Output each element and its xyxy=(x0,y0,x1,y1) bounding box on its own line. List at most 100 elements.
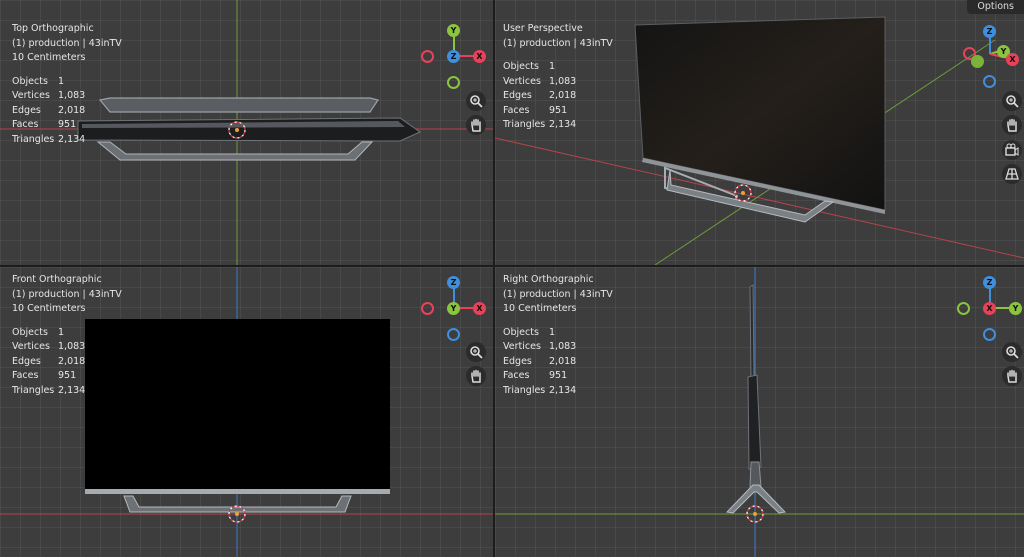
gizmo-x-axis[interactable]: X xyxy=(473,50,486,63)
gizmo-neg-y-axis[interactable] xyxy=(957,302,970,315)
stat-value: 2,134 xyxy=(549,119,577,130)
zoom-button[interactable] xyxy=(466,91,486,111)
stat-label: Faces xyxy=(503,370,530,381)
stat-value: 1,083 xyxy=(58,341,86,352)
view-title: Right Orthographic xyxy=(503,274,594,285)
view-title: Front Orthographic xyxy=(12,274,102,285)
stat-label: Triangles xyxy=(12,384,55,396)
stat-label: Vertices xyxy=(503,75,541,87)
grid-perspective-icon xyxy=(1005,168,1019,180)
stat-value: 1 xyxy=(549,326,556,338)
gizmo-z-axis[interactable]: Z xyxy=(447,50,460,63)
stat-label: Vertices xyxy=(12,341,50,352)
grid-scale-label: 10 Centimeters xyxy=(12,52,86,63)
pan-button[interactable] xyxy=(466,366,486,386)
viewport-top-orthographic[interactable]: Top Orthographic (1) production | 43inTV… xyxy=(0,0,493,265)
viewport-info: Right Orthographic (1) production | 43in… xyxy=(503,273,613,398)
tv-model-top[interactable] xyxy=(77,97,422,161)
gizmo-z-axis[interactable]: Z xyxy=(983,25,996,38)
tv-model-side[interactable] xyxy=(725,284,787,514)
stat-label: Edges xyxy=(503,90,532,101)
gizmo-y-axis[interactable]: Y xyxy=(447,302,460,315)
stat-label: Edges xyxy=(12,104,41,116)
collection-label: (1) production | 43inTV xyxy=(12,288,122,300)
gizmo-neg-y-axis[interactable] xyxy=(971,55,984,68)
grid-scale-label: 10 Centimeters xyxy=(12,303,86,314)
gizmo-x-axis[interactable]: X xyxy=(1006,53,1019,66)
zoom-button[interactable] xyxy=(1002,91,1022,111)
scene-stats: Objects 1 Vertices 1,083 Edges 2,018 Faces 9… xyxy=(503,326,613,399)
stat-value: 951 xyxy=(549,370,568,381)
tv-model-front[interactable] xyxy=(85,319,390,513)
collection-label: (1) production | 43inTV xyxy=(12,37,122,49)
stat-label: Objects xyxy=(503,326,539,338)
stat-value: 2,018 xyxy=(549,90,577,101)
zoom-button[interactable] xyxy=(466,342,486,362)
stat-value: 1 xyxy=(58,75,65,87)
projection-toggle-button[interactable] xyxy=(1002,164,1022,184)
gizmo-neg-z-axis[interactable] xyxy=(983,75,996,88)
stat-value: 2,134 xyxy=(549,384,577,396)
stat-value: 2,134 xyxy=(58,133,86,145)
pan-button[interactable] xyxy=(1002,115,1022,135)
gizmo-neg-x-axis[interactable] xyxy=(421,50,434,63)
viewport-front-orthographic[interactable]: Front Orthographic (1) production | 43in… xyxy=(0,267,493,557)
stat-value: 1,083 xyxy=(549,341,577,352)
stat-value: 951 xyxy=(58,370,77,381)
stat-label: Faces xyxy=(503,104,530,116)
camera-icon xyxy=(1005,143,1019,156)
stat-label: Objects xyxy=(12,75,48,87)
navigation-gizmo[interactable]: Z X Y xyxy=(957,275,1023,341)
navigation-gizmo[interactable]: Z Y X xyxy=(421,275,487,341)
gizmo-neg-x-axis[interactable] xyxy=(421,302,434,315)
navigation-gizmo[interactable]: Y Z X xyxy=(421,23,487,89)
viewport-user-perspective[interactable]: User Perspective (1) production | 43inTV… xyxy=(495,0,1024,265)
stat-label: Faces xyxy=(12,119,39,130)
scene-stats: Objects 1 Vertices 1,083 Edges 2,018 Faces 9… xyxy=(503,60,613,133)
pan-button[interactable] xyxy=(1002,366,1022,386)
gizmo-neg-y-axis[interactable] xyxy=(447,76,460,89)
scene-stats: Objects 1 Vertices 1,083 Edges 2,018 Faces 9… xyxy=(12,75,122,148)
stat-label: Faces xyxy=(12,370,39,381)
viewport-info: Top Orthographic (1) production | 43inTV… xyxy=(12,22,122,147)
viewport-right-orthographic[interactable]: Right Orthographic (1) production | 43in… xyxy=(495,267,1024,557)
hand-icon xyxy=(471,369,481,383)
gizmo-y-axis[interactable]: Y xyxy=(447,24,460,37)
stat-value: 951 xyxy=(58,119,77,130)
collection-label: (1) production | 43inTV xyxy=(503,288,613,300)
zoom-button[interactable] xyxy=(1002,342,1022,362)
stat-label: Triangles xyxy=(503,384,546,396)
stat-label: Vertices xyxy=(503,341,541,352)
hand-icon xyxy=(1007,118,1017,132)
view-title: Top Orthographic xyxy=(12,23,94,34)
pan-button[interactable] xyxy=(466,115,486,135)
stat-value: 1,083 xyxy=(549,75,577,87)
hand-icon xyxy=(471,118,481,132)
stat-label: Edges xyxy=(503,355,532,367)
view-title: User Perspective xyxy=(503,23,583,34)
gizmo-neg-z-axis[interactable] xyxy=(983,328,996,341)
navigation-gizmo[interactable]: Z Y X xyxy=(957,21,1023,88)
stat-value: 2,018 xyxy=(58,355,86,367)
camera-view-button[interactable] xyxy=(1002,140,1022,160)
stat-label: Edges xyxy=(12,355,41,367)
stat-label: Objects xyxy=(12,326,48,338)
options-button[interactable]: Options xyxy=(967,0,1024,14)
stat-label: Objects xyxy=(503,61,539,72)
viewport-info: Front Orthographic (1) production | 43in… xyxy=(12,273,122,398)
stat-value: 1 xyxy=(549,61,556,72)
stat-label: Triangles xyxy=(12,133,55,145)
gizmo-neg-z-axis[interactable] xyxy=(447,328,460,341)
zoom-icon xyxy=(470,346,483,359)
gizmo-z-axis[interactable]: Z xyxy=(983,276,996,289)
viewport-info: User Perspective (1) production | 43inTV… xyxy=(503,22,613,133)
gizmo-x-axis[interactable]: X xyxy=(473,302,486,315)
stat-value: 2,018 xyxy=(58,104,86,116)
stat-value: 1,083 xyxy=(58,90,86,101)
zoom-icon xyxy=(1006,346,1019,359)
gizmo-y-axis[interactable]: Y xyxy=(1009,302,1022,315)
gizmo-x-axis[interactable]: X xyxy=(983,302,996,315)
stat-label: Triangles xyxy=(503,119,546,130)
zoom-icon xyxy=(1006,95,1019,108)
gizmo-z-axis[interactable]: Z xyxy=(447,276,460,289)
